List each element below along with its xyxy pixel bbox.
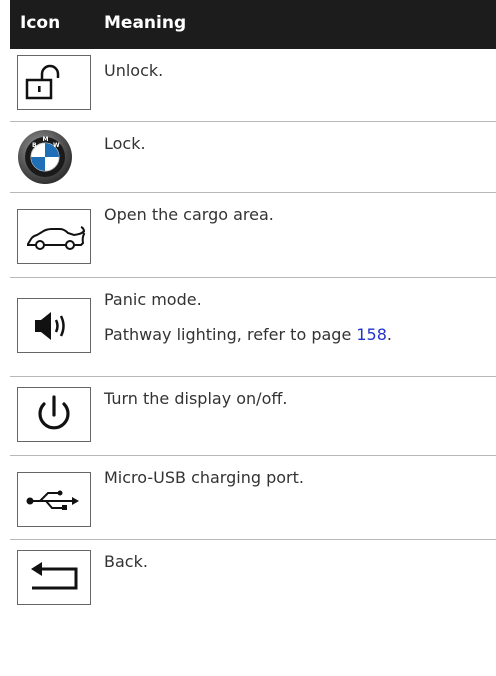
- bmw-logo-icon: B M W: [17, 128, 91, 187]
- table-row: Back.: [10, 540, 496, 676]
- table-row: Micro-USB charging port.: [10, 456, 496, 540]
- table-row: Open the cargo area.: [10, 193, 496, 278]
- meaning-text: Panic mode.: [104, 290, 202, 309]
- page-link[interactable]: 158: [356, 325, 387, 344]
- meaning-text: Unlock.: [104, 61, 164, 80]
- cargo-area-icon: [17, 209, 91, 264]
- column-header-meaning: Meaning: [104, 13, 187, 33]
- speaker-icon: [17, 298, 91, 353]
- svg-text:W: W: [53, 142, 60, 149]
- svg-text:M: M: [43, 136, 49, 143]
- usb-icon: [17, 472, 91, 527]
- power-icon: [17, 387, 91, 442]
- meaning-text-secondary: Pathway lighting, refer to page 158.: [104, 325, 393, 344]
- table-row: Panic mode. Pathway lighting, refer to p…: [10, 278, 496, 377]
- table-row: B M W Lock.: [10, 122, 496, 193]
- svg-text:B: B: [32, 142, 37, 149]
- meaning-text: Back.: [104, 552, 148, 571]
- table-row: Unlock.: [10, 49, 496, 122]
- meaning-text: Micro-USB charging port.: [104, 468, 304, 487]
- table-header: Icon Meaning: [10, 0, 496, 49]
- back-arrow-icon: [17, 550, 91, 605]
- column-header-icon: Icon: [20, 13, 61, 33]
- unlock-icon: [17, 55, 91, 110]
- meaning-text: Open the cargo area.: [104, 205, 274, 224]
- meaning-text: Lock.: [104, 134, 146, 153]
- meaning-text: Turn the display on/off.: [104, 389, 288, 408]
- table-row: Turn the display on/off.: [10, 377, 496, 456]
